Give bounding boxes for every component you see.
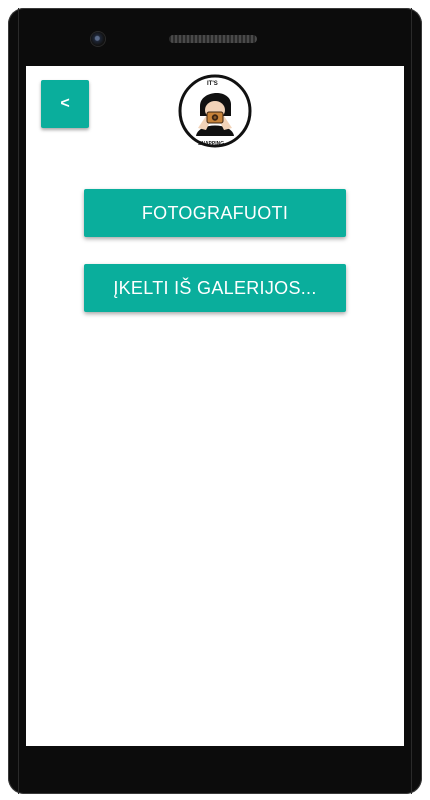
svg-text:SNAPPING: SNAPPING bbox=[198, 141, 224, 147]
svg-text:IT'S: IT'S bbox=[207, 81, 218, 87]
app-screen: < IT'S SNAPPING FOTOGRAFUOTI ĮKELTI IŠ G… bbox=[26, 66, 404, 746]
take-photo-label: FOTOGRAFUOTI bbox=[141, 202, 289, 223]
bezel-edge-left bbox=[18, 8, 19, 794]
front-camera-icon bbox=[91, 32, 105, 46]
bezel-edge-right bbox=[411, 8, 412, 794]
upload-from-gallery-label: ĮKELTI IŠ GALERIJOS... bbox=[113, 277, 317, 298]
back-button-label: < bbox=[60, 95, 70, 112]
take-photo-button[interactable]: FOTOGRAFUOTI bbox=[84, 189, 346, 237]
earpiece-speaker bbox=[169, 35, 257, 43]
back-button[interactable]: < bbox=[41, 80, 89, 128]
upload-from-gallery-button[interactable]: ĮKELTI IŠ GALERIJOS... bbox=[84, 264, 346, 312]
phone-frame: < IT'S SNAPPING FOTOGRAFUOTI ĮKELTI IŠ G… bbox=[8, 8, 422, 794]
app-logo: IT'S SNAPPING bbox=[178, 74, 252, 148]
